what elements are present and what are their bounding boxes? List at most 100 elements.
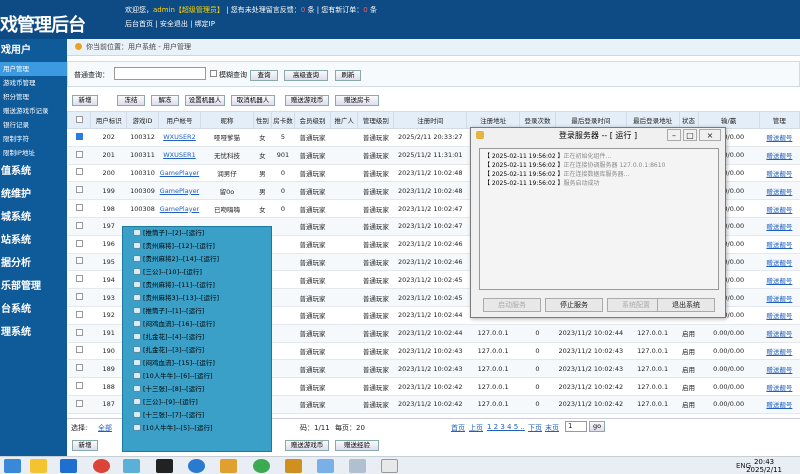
action-button[interactable]: 赠送房卡	[335, 95, 379, 106]
sidebar-item[interactable]: 台系统	[0, 298, 67, 321]
row-checkbox[interactable]	[75, 221, 83, 229]
table-cell[interactable]: WXUSER1	[158, 146, 201, 165]
tool-icon[interactable]	[123, 459, 140, 473]
globe-icon[interactable]	[188, 459, 205, 473]
process-item[interactable]: [扎金花]--[3]--[运行]	[123, 344, 271, 357]
process-item[interactable]: [三公]--[10]--[运行]	[123, 266, 271, 279]
page-numbers[interactable]: 1 2 3 4 5 ..	[487, 423, 525, 431]
sidebar-item[interactable]: 值系统	[0, 160, 67, 183]
start-service-button[interactable]: 启动服务	[483, 298, 541, 312]
process-item[interactable]: [闷鸡血流]--[15]--[运行]	[123, 357, 271, 370]
gift-vip-link[interactable]: 赠送靓号	[759, 253, 800, 272]
process-item[interactable]: [10人牛牛]--[5]--[运行]	[123, 422, 271, 435]
home-link[interactable]: 后台首页	[125, 20, 153, 28]
row-checkbox[interactable]	[75, 186, 83, 194]
process-item[interactable]: [十三张]--[7]--[运行]	[123, 409, 271, 422]
blank-icon[interactable]	[381, 459, 398, 473]
table-cell[interactable]: WXUSER2	[158, 128, 201, 147]
row-checkbox[interactable]	[75, 310, 83, 318]
table-cell[interactable]: GamePlayer	[158, 164, 201, 183]
start-icon[interactable]	[4, 459, 21, 473]
gift-vip-link[interactable]: 赠送靓号	[759, 235, 800, 254]
logout-link[interactable]: 安全退出	[160, 20, 188, 28]
sidebar-item[interactable]: 积分管理	[0, 90, 67, 104]
minimize-button[interactable]: –	[667, 129, 681, 141]
row-checkbox[interactable]	[75, 293, 83, 301]
gift-vip-link[interactable]: 赠送靓号	[759, 199, 800, 218]
action-button[interactable]: 解冻	[151, 95, 179, 106]
sidebar-item[interactable]: 限制IP地址	[0, 146, 67, 160]
action-button[interactable]: 冻结	[117, 95, 145, 106]
bind-ip-link[interactable]: 绑定IP	[195, 20, 215, 28]
row-checkbox[interactable]	[75, 328, 83, 336]
app-icon[interactable]	[60, 459, 77, 473]
action-button[interactable]: 赠送游戏币	[285, 95, 329, 106]
sync-icon[interactable]	[253, 459, 270, 473]
row-checkbox[interactable]	[75, 150, 83, 158]
bottom-gift-exp-button[interactable]: 赠送经验	[335, 440, 379, 451]
gift-vip-link[interactable]: 赠送靓号	[759, 306, 800, 325]
process-item[interactable]: [三公]--[9]--[运行]	[123, 396, 271, 409]
prev-page-link[interactable]: 上页	[469, 423, 483, 433]
select-all-checkbox[interactable]	[75, 115, 83, 123]
table-cell[interactable]: GamePlayer	[158, 199, 201, 218]
gift-vip-link[interactable]: 赠送靓号	[759, 359, 800, 379]
gift-vip-link[interactable]: 赠送靓号	[759, 270, 800, 290]
advanced-search-button[interactable]: 高级查询	[284, 70, 328, 81]
gift-vip-link[interactable]: 赠送靓号	[759, 288, 800, 307]
process-item[interactable]: [推筒子]--[2]--[运行]	[123, 227, 271, 240]
folder-icon[interactable]	[30, 459, 47, 473]
terminal-icon[interactable]	[156, 459, 173, 473]
next-page-link[interactable]: 下页	[528, 423, 542, 433]
game-icon[interactable]	[285, 459, 302, 473]
sidebar-item[interactable]: 站系统	[0, 229, 67, 252]
sidebar-item[interactable]: 城系统	[0, 206, 67, 229]
process-item[interactable]: [扎金花]--[4]--[运行]	[123, 331, 271, 344]
row-checkbox[interactable]	[75, 275, 83, 283]
process-item[interactable]: [贵州麻将]--[12]--[运行]	[123, 240, 271, 253]
sidebar-item[interactable]: 限制字符	[0, 132, 67, 146]
row-checkbox[interactable]	[75, 346, 83, 354]
row-checkbox[interactable]	[75, 168, 83, 176]
action-button[interactable]: 取消机器人	[231, 95, 275, 106]
window-icon[interactable]	[317, 459, 334, 473]
process-item[interactable]: [贵州麻将]--[11]--[运行]	[123, 279, 271, 292]
bottom-add-button[interactable]: 新增	[72, 440, 98, 451]
process-item[interactable]: [十三张]--[8]--[运行]	[123, 383, 271, 396]
select-all-link[interactable]: 全部	[98, 423, 112, 433]
gift-vip-link[interactable]: 赠送靓号	[759, 181, 800, 201]
search-button[interactable]: 查询	[250, 70, 278, 81]
sidebar-item[interactable]: 游戏币管理	[0, 76, 67, 90]
row-checkbox[interactable]	[75, 364, 83, 372]
process-item[interactable]: [闷鸡血流]--[16]--[运行]	[123, 318, 271, 331]
row-checkbox[interactable]	[75, 239, 83, 247]
sidebar-item[interactable]: 理系统	[0, 321, 67, 344]
sidebar-item[interactable]: 据分析	[0, 252, 67, 275]
gift-vip-link[interactable]: 赠送靓号	[759, 128, 800, 147]
table-cell[interactable]: GamePlayer	[158, 181, 201, 201]
gift-vip-link[interactable]: 赠送靓号	[759, 324, 800, 343]
gift-vip-link[interactable]: 赠送靓号	[759, 395, 800, 414]
row-checkbox[interactable]	[75, 257, 83, 265]
row-checkbox[interactable]	[75, 399, 83, 407]
gift-vip-link[interactable]: 赠送靓号	[759, 146, 800, 165]
last-page-link[interactable]: 末页	[545, 423, 559, 433]
page-input[interactable]: 1	[565, 421, 587, 432]
gift-vip-link[interactable]: 赠送靓号	[759, 164, 800, 183]
refresh-button[interactable]: 刷新	[335, 70, 361, 81]
key-icon[interactable]	[220, 459, 237, 473]
gift-vip-link[interactable]: 赠送靓号	[759, 342, 800, 361]
fuzzy-checkbox[interactable]	[210, 70, 217, 77]
close-button[interactable]: ×	[699, 129, 721, 141]
process-item[interactable]: [10人牛牛]--[6]--[运行]	[123, 370, 271, 383]
go-button[interactable]: go	[589, 421, 605, 432]
sidebar-item[interactable]: 统维护	[0, 183, 67, 206]
sidebar-item[interactable]: 戏用户	[0, 39, 67, 62]
stop-service-button[interactable]: 停止服务	[545, 298, 603, 312]
action-button[interactable]: 设置机器人	[185, 95, 225, 106]
sidebar-item[interactable]: 用户管理	[0, 62, 67, 76]
bottom-gift-coin-button[interactable]: 赠送游戏币	[285, 440, 329, 451]
sidebar-item[interactable]: 乐部管理	[0, 275, 67, 298]
row-checkbox[interactable]	[75, 204, 83, 212]
sidebar-item[interactable]: 银行记录	[0, 118, 67, 132]
